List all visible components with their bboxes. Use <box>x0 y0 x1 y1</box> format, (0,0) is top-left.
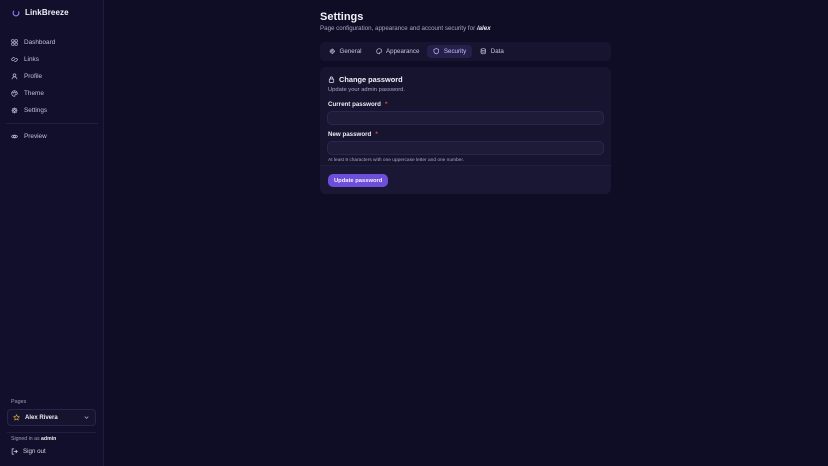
current-password-label: Current password * <box>328 101 387 108</box>
tab-security[interactable]: Security <box>427 45 473 58</box>
page-handle: /alex <box>476 25 491 32</box>
lock-icon <box>328 76 335 83</box>
page-subtitle: Page configuration, appearance and accou… <box>320 25 491 32</box>
page-selector[interactable]: Alex Rivera <box>7 409 96 426</box>
settings-tabs: General Appearance Security Data <box>320 42 611 61</box>
signed-in-user: admin <box>41 436 57 442</box>
eye-icon <box>11 134 18 139</box>
tab-general[interactable]: General <box>323 45 368 58</box>
page-title: Settings <box>320 11 364 23</box>
signed-in-status: Signed in as admin <box>11 436 56 442</box>
new-password-input[interactable] <box>327 141 604 155</box>
required-mark: * <box>384 101 388 108</box>
dashboard-icon <box>11 39 18 46</box>
card-header: Change password <box>328 75 403 84</box>
sidebar-item-dashboard[interactable]: Dashboard <box>6 34 98 51</box>
card-title: Change password <box>339 75 403 84</box>
sign-out-button[interactable]: Sign out <box>11 448 46 455</box>
brand[interactable]: LinkBreeze <box>12 8 69 17</box>
sidebar-item-theme[interactable]: Theme <box>6 85 98 102</box>
sidebar-divider <box>6 123 98 124</box>
current-password-label-text: Current password <box>328 101 381 108</box>
required-mark: * <box>375 131 378 138</box>
page-subtitle-text: Page configuration, appearance and accou… <box>320 25 476 32</box>
palette-icon <box>375 48 382 55</box>
app: LinkBreeze Dashboard Links Profile Theme… <box>0 0 828 466</box>
sidebar-item-label: Dashboard <box>24 39 56 46</box>
sidebar-item-label: Links <box>24 56 39 63</box>
link-icon <box>11 57 18 62</box>
sidebar-footer-divider <box>7 432 96 433</box>
card-subtitle: Update your admin password. <box>328 87 406 93</box>
tab-label: General <box>339 48 362 55</box>
sidebar-item-label: Preview <box>24 133 47 140</box>
chevron-down-icon <box>84 416 89 419</box>
change-password-card: Change password Update your admin passwo… <box>320 67 611 194</box>
brand-logo-icon <box>12 9 20 16</box>
sidebar-item-label: Settings <box>24 107 48 114</box>
palette-icon <box>11 90 18 97</box>
sign-out-icon <box>11 448 18 455</box>
pages-label: Pages <box>11 399 27 405</box>
new-password-label: New password * <box>328 131 378 138</box>
gear-icon <box>329 48 335 55</box>
sign-out-label: Sign out <box>23 448 46 455</box>
user-icon <box>11 73 18 80</box>
password-hint: At least 8 characters with one uppercase… <box>328 158 464 163</box>
database-icon <box>480 48 487 55</box>
tab-label: Security <box>443 48 467 55</box>
tab-label: Appearance <box>386 48 420 55</box>
current-password-input[interactable] <box>327 111 604 125</box>
tab-appearance[interactable]: Appearance <box>370 45 426 58</box>
sidebar-nav: Dashboard Links Profile Theme Settings P… <box>6 34 98 145</box>
brand-name: LinkBreeze <box>25 8 69 17</box>
sidebar-item-label: Theme <box>24 90 44 97</box>
new-password-label-text: New password <box>328 131 372 138</box>
update-password-button[interactable]: Update password <box>328 174 389 187</box>
sidebar-item-settings[interactable]: Settings <box>6 102 98 119</box>
tab-data[interactable]: Data <box>474 45 510 58</box>
sidebar-item-preview[interactable]: Preview <box>6 128 98 145</box>
star-icon <box>13 414 20 421</box>
sidebar-item-label: Profile <box>24 73 43 80</box>
selected-page-name: Alex Rivera <box>25 414 58 421</box>
signed-in-prefix: Signed in as <box>11 436 40 442</box>
gear-icon <box>11 107 18 114</box>
sidebar-item-links[interactable]: Links <box>6 51 98 68</box>
shield-icon <box>433 48 440 55</box>
sidebar: LinkBreeze Dashboard Links Profile Theme… <box>0 0 104 466</box>
main-content: Settings Page configuration, appearance … <box>104 0 828 466</box>
tab-label: Data <box>490 48 504 55</box>
sidebar-item-profile[interactable]: Profile <box>6 68 98 85</box>
